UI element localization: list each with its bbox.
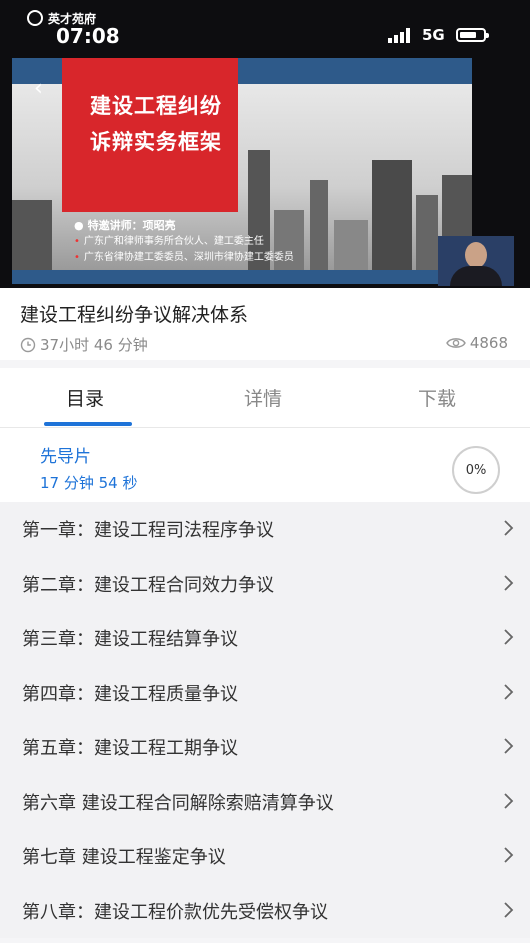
chapter-item[interactable]: 第七章 建设工程鉴定争议 — [0, 829, 530, 884]
course-title: 建设工程纠纷争议解决体系 — [20, 304, 249, 326]
chevron-right-icon — [504, 520, 514, 536]
tab-download[interactable]: 下载 — [418, 384, 456, 411]
current-lesson[interactable]: 先导片 17 分钟 54 秒 — [0, 428, 530, 502]
battery-icon — [456, 28, 489, 42]
chevron-right-icon — [504, 738, 514, 754]
progress-indicator: 0% — [452, 446, 500, 494]
chapter-item[interactable]: 第四章：建设工程质量争议 — [0, 665, 530, 720]
chapter-item[interactable]: 第三章：建设工程结算争议 — [0, 611, 530, 666]
chapter-label: 第八章：建设工程价款优先受偿权争议 — [22, 901, 328, 923]
slide-title: 建设工程纠纷 诉辩实务框架 — [90, 94, 222, 154]
chapter-label: 第三章：建设工程结算争议 — [22, 629, 238, 650]
chapter-label: 第二章：建设工程合同效力争议 — [22, 574, 274, 596]
view-count: 4868 — [446, 334, 508, 352]
chevron-right-icon — [504, 629, 514, 645]
presenter-video — [438, 236, 514, 286]
chapter-list: 第一章：建设工程司法程序争议 第二章：建设工程合同效力争议 第三章：建设工程结算… — [0, 502, 530, 938]
eye-icon — [446, 338, 466, 348]
tab-catalog[interactable]: 目录 — [66, 384, 104, 411]
chapter-item[interactable]: 第五章：建设工程工期争议 — [0, 720, 530, 775]
network-type: 5G — [422, 26, 445, 44]
chapter-label: 第一章：建设工程司法程序争议 — [22, 520, 274, 541]
chevron-right-icon — [504, 683, 514, 700]
course-info: 建设工程纠纷争议解决体系 37小时 46 分钟 4868 — [0, 288, 530, 360]
back-arrow-icon[interactable]: ‹ — [34, 76, 43, 101]
current-lesson-title: 先导片 — [40, 447, 91, 467]
tab-bar: 目录 详情 下载 — [0, 368, 530, 428]
chapter-item[interactable]: 第一章：建设工程司法程序争议 — [0, 502, 530, 557]
chapter-item[interactable]: 第二章：建设工程合同效力争议 — [0, 556, 530, 611]
app-logo-icon — [27, 10, 43, 26]
chapter-item[interactable]: 第八章：建设工程价款优先受偿权争议 — [0, 883, 530, 938]
chapter-label: 第五章：建设工程工期争议 — [22, 738, 238, 759]
active-tab-indicator — [44, 422, 132, 426]
chapter-label: 第四章：建设工程质量争议 — [22, 683, 238, 705]
video-player[interactable]: 建设工程纠纷 诉辩实务框架 ● 特邀讲师：项昭亮 • 广东广和律师事务所合伙人、建工… — [0, 0, 530, 288]
chevron-right-icon — [504, 574, 514, 591]
chapter-label: 第六章 建设工程合同解除索赔清算争议 — [22, 792, 334, 814]
current-lesson-duration: 17 分钟 54 秒 — [40, 474, 138, 492]
chevron-right-icon — [504, 847, 514, 863]
clock-icon — [20, 337, 36, 352]
chapter-label: 第七章 建设工程鉴定争议 — [22, 847, 226, 868]
chevron-right-icon — [504, 901, 514, 918]
tab-details[interactable]: 详情 — [244, 384, 282, 411]
status-time: 07:08 — [56, 24, 120, 48]
lecture-slide: 建设工程纠纷 诉辩实务框架 ● 特邀讲师：项昭亮 • 广东广和律师事务所合伙人、建工… — [12, 58, 472, 284]
lecturer-info: ● 特邀讲师：项昭亮 • 广东广和律师事务所合伙人、建工委主任 • 广东省律协建工委委… — [74, 219, 294, 263]
signal-icon — [388, 27, 414, 43]
chapter-item[interactable]: 第六章 建设工程合同解除索赔清算争议 — [0, 774, 530, 829]
chevron-right-icon — [504, 792, 514, 809]
course-duration: 37小时 46 分钟 — [20, 334, 148, 355]
